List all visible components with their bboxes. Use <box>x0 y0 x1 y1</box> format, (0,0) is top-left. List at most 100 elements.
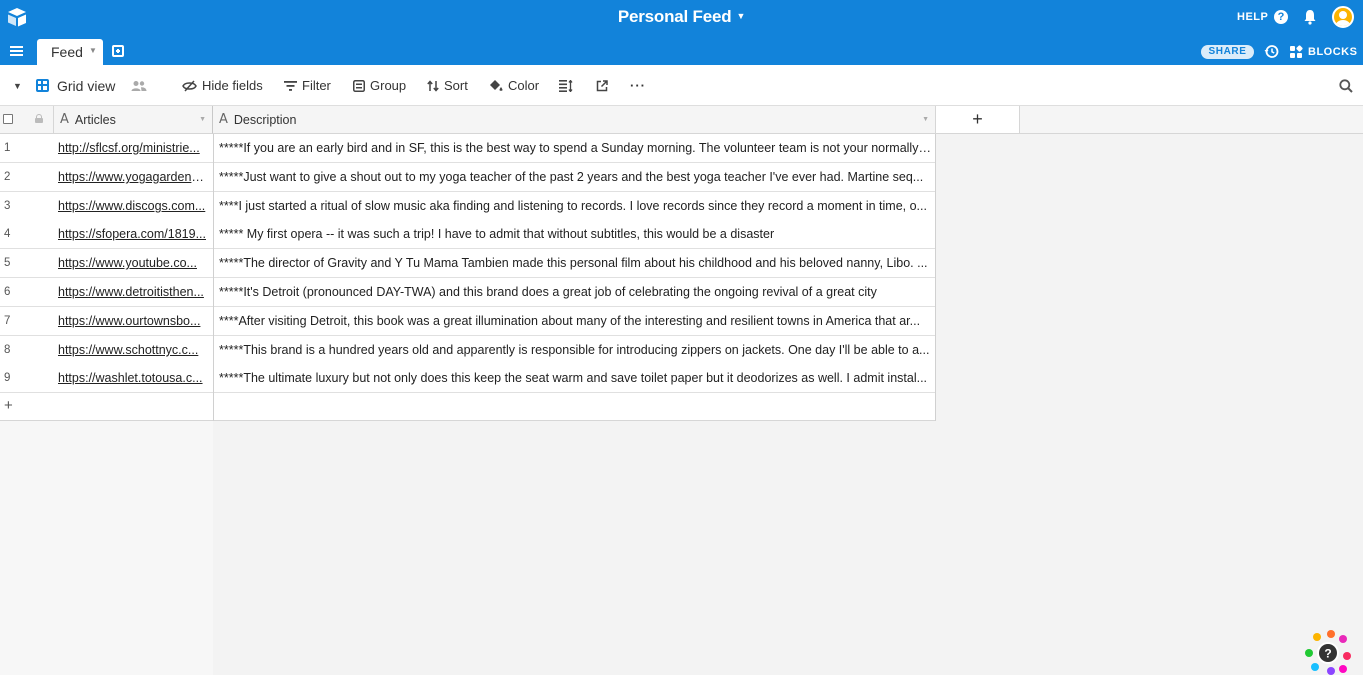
avatar[interactable] <box>1332 6 1354 28</box>
column-header-label: Articles <box>74 112 116 127</box>
hide-fields-label: Hide fields <box>202 78 263 93</box>
paint-bucket-icon <box>490 80 503 91</box>
group-icon <box>353 79 365 92</box>
search-button[interactable] <box>1339 65 1353 106</box>
chevron-down-icon[interactable]: ▼ <box>199 116 206 123</box>
tab-feed[interactable]: Feed ▼ <box>37 39 103 65</box>
airtable-logo-icon[interactable] <box>6 6 28 28</box>
row-height-button[interactable] <box>559 65 573 106</box>
chevron-down-icon: ▼ <box>736 11 746 21</box>
table-row[interactable]: 4 https://sfopera.com/1819... ***** My f… <box>0 220 936 249</box>
history-icon[interactable] <box>1264 44 1279 59</box>
question-icon[interactable]: ? <box>1274 10 1288 24</box>
add-row-button[interactable]: + <box>0 393 936 421</box>
view-switcher[interactable]: Grid view <box>36 65 115 106</box>
row-number: 6 <box>4 286 11 298</box>
sort-icon <box>427 79 439 92</box>
search-icon <box>1339 78 1353 93</box>
description-cell[interactable]: ***** My first opera -- it was such a tr… <box>219 227 931 241</box>
description-cell[interactable]: *****Just want to give a shout out to my… <box>219 170 931 184</box>
article-link[interactable]: https://washlet.totousa.c... <box>58 371 208 385</box>
article-link[interactable]: https://www.detroitisthen... <box>58 285 208 299</box>
blocks-icon <box>1290 44 1304 58</box>
filter-button[interactable]: Filter <box>284 65 331 106</box>
svg-text:?: ? <box>1324 647 1331 661</box>
row-number: 7 <box>4 315 11 327</box>
chevron-down-icon[interactable]: ▼ <box>89 46 97 55</box>
sort-button[interactable]: Sort <box>427 65 468 106</box>
table-row[interactable]: 8 https://www.schottnyc.c... *****This b… <box>0 336 936 365</box>
view-list-toggle[interactable]: ▼ <box>13 65 22 106</box>
table-row[interactable]: 1 http://sflcsf.org/ministrie... *****If… <box>0 134 936 163</box>
plus-icon: + <box>4 397 13 414</box>
blocks-label: BLOCKS <box>1308 46 1358 58</box>
row-number: 9 <box>4 372 11 384</box>
column-divider <box>213 134 214 421</box>
add-field-button[interactable]: + <box>936 106 1020 134</box>
table-row[interactable]: 3 https://www.discogs.com... ****I just … <box>0 192 936 221</box>
description-cell[interactable]: *****This brand is a hundred years old a… <box>219 343 931 357</box>
blocks-button[interactable]: BLOCKS <box>1290 44 1358 59</box>
row-number: 3 <box>4 200 11 212</box>
table-row[interactable]: 7 https://www.ourtownsbo... ****After vi… <box>0 307 936 336</box>
table-row[interactable]: 5 https://www.youtube.co... *****The dir… <box>0 249 936 278</box>
article-link[interactable]: https://sfopera.com/1819... <box>58 227 208 241</box>
row-number: 2 <box>4 171 11 183</box>
add-table-icon[interactable] <box>112 45 124 57</box>
external-link-icon <box>596 79 608 91</box>
group-label: Group <box>370 78 407 93</box>
row-number: 5 <box>4 257 11 269</box>
hide-fields-button[interactable]: Hide fields <box>182 65 263 106</box>
description-cell[interactable]: *****If you are an early bird and in SF,… <box>219 141 931 155</box>
help-link[interactable]: HELP <box>1237 11 1268 23</box>
description-cell[interactable]: *****The director of Gravity and Y Tu Ma… <box>219 256 931 270</box>
color-button[interactable]: Color <box>489 65 539 106</box>
color-label: Color <box>508 78 540 93</box>
chevron-down-icon: ▼ <box>13 80 22 91</box>
filter-label: Filter <box>302 78 331 93</box>
column-header-description[interactable]: A Description ▼ <box>213 106 936 134</box>
sort-label: Sort <box>444 78 468 93</box>
view-toolbar: ▼ Grid view Hide fields Filter Group Sor… <box>0 65 1363 106</box>
ellipsis-icon: ··· <box>630 78 646 93</box>
tab-label: Feed <box>51 44 83 60</box>
group-button[interactable]: Group <box>353 65 406 106</box>
table-row[interactable]: 9 https://washlet.totousa.c... *****The … <box>0 364 936 393</box>
more-options-button[interactable]: ··· <box>630 65 646 106</box>
share-button[interactable]: SHARE <box>1201 45 1254 59</box>
base-title[interactable]: Personal Feed ▼ <box>618 7 746 27</box>
table-row[interactable]: 2 https://www.yogagardens... *****Just w… <box>0 163 936 192</box>
view-name: Grid view <box>57 77 116 94</box>
grid-view-icon <box>36 79 49 92</box>
row-height-icon <box>559 79 573 92</box>
article-link[interactable]: http://sflcsf.org/ministrie... <box>58 141 208 155</box>
article-link[interactable]: https://www.ourtownsbo... <box>58 314 208 328</box>
collaborators-button[interactable] <box>131 65 147 106</box>
column-header-articles[interactable]: A Articles ▼ <box>54 106 214 134</box>
table-row[interactable]: 6 https://www.detroitisthen... *****It's… <box>0 278 936 307</box>
description-cell[interactable]: *****The ultimate luxury but not only do… <box>219 371 931 385</box>
row-number: 4 <box>4 228 11 240</box>
description-cell[interactable]: ****After visiting Detroit, this book wa… <box>219 314 931 328</box>
row-number: 1 <box>4 142 11 154</box>
article-link[interactable]: https://www.yogagardens... <box>58 170 208 184</box>
column-divider <box>935 134 936 421</box>
description-cell[interactable]: ****I just started a ritual of slow musi… <box>219 199 931 213</box>
help-bubble-icon[interactable]: ? <box>1303 630 1351 675</box>
article-link[interactable]: https://www.discogs.com... <box>58 199 208 213</box>
share-view-button[interactable] <box>596 65 608 106</box>
text-field-type-icon: A <box>60 112 69 127</box>
description-cell[interactable]: *****It's Detroit (pronounced DAY-TWA) a… <box>219 285 931 299</box>
chevron-down-icon[interactable]: ▼ <box>922 116 929 123</box>
people-icon <box>131 80 147 91</box>
article-link[interactable]: https://www.schottnyc.c... <box>58 343 208 357</box>
select-all-checkbox[interactable] <box>3 114 13 124</box>
column-header-label: Description <box>233 112 297 127</box>
lock-icon <box>35 114 43 123</box>
hide-fields-icon <box>182 79 197 92</box>
top-bar: Personal Feed ▼ HELP ? Feed ▼ SHARE BLOCK… <box>0 0 1363 65</box>
menu-icon[interactable] <box>10 46 23 57</box>
bell-icon[interactable] <box>1302 9 1318 25</box>
text-field-type-icon: A <box>219 112 228 127</box>
article-link[interactable]: https://www.youtube.co... <box>58 256 208 270</box>
